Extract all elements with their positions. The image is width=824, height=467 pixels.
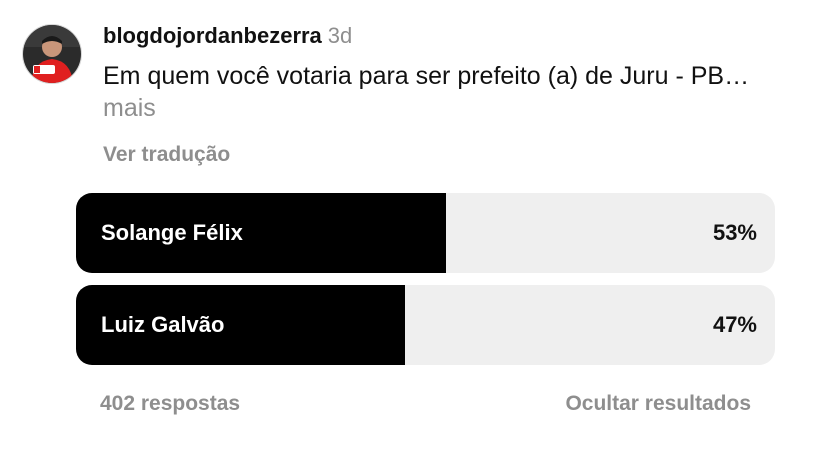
responses-count: 402 respostas: [100, 392, 241, 415]
caption-text: Em quem você votaria para ser prefeito (…: [103, 62, 750, 90]
poll-option-percent: 47%: [712, 312, 757, 337]
profile-avatar-icon: [23, 25, 81, 83]
poll-option-label: Solange Félix: [101, 220, 243, 245]
avatar[interactable]: [22, 24, 82, 84]
poll-option-2[interactable]: Luiz Galvão 47%: [76, 285, 775, 365]
translate-link[interactable]: Ver tradução: [103, 141, 230, 169]
hide-results-button[interactable]: Ocultar resultados: [565, 390, 751, 418]
poll-option-1[interactable]: Solange Félix 53%: [76, 193, 775, 273]
more-link[interactable]: mais: [103, 94, 156, 122]
post-header: blogdojordanbezerra 3d: [103, 22, 352, 50]
post-caption: Em quem você votaria para ser prefeito (…: [103, 60, 793, 124]
post-time: 3d: [327, 23, 353, 48]
poll-option-percent: 53%: [712, 220, 757, 245]
poll-option-label: Luiz Galvão: [101, 312, 225, 337]
poll-post: blogdojordanbezerra 3d Em quem você votar…: [0, 0, 824, 467]
username-link[interactable]: blogdojordanbezerra: [103, 23, 322, 48]
